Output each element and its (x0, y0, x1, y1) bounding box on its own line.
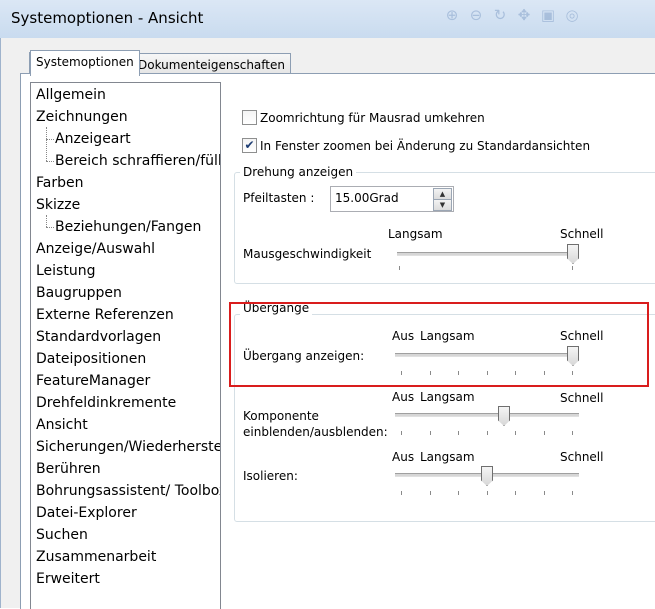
slider-tick (572, 431, 573, 435)
tree-item-ansicht[interactable]: Ansicht (36, 414, 88, 436)
tree-item-anzeigeart[interactable]: Anzeigeart (55, 128, 131, 150)
tree-item-erweitert[interactable]: Erweitert (36, 568, 100, 590)
options-tree[interactable]: Allgemein Zeichnungen Anzeigeart Bereich… (30, 82, 221, 609)
component-label-line1: Komponente (243, 409, 319, 423)
tree-item-farben[interactable]: Farben (36, 172, 83, 194)
tree-item-zeichnungen[interactable]: Zeichnungen (36, 106, 128, 128)
tree-connector (46, 227, 54, 228)
title-toolbar: ⊕ ⊖ ↻ ✥ ▣ ◎ (442, 5, 655, 29)
rotate-icon: ↻ (493, 6, 507, 24)
tree-item-baugruppen[interactable]: Baugruppen (36, 282, 122, 304)
tree-item-anzeige-auswahl[interactable]: Anzeige/Auswahl (36, 238, 155, 260)
highlight-box (229, 302, 649, 387)
mouse-speed-slow-label: Langsam (388, 227, 443, 241)
tab-systemoptionen[interactable]: Systemoptionen (30, 50, 140, 76)
mouse-speed-track[interactable] (397, 252, 579, 256)
tree-connector (46, 161, 54, 162)
tree-connector (46, 127, 47, 161)
component-track[interactable] (395, 413, 579, 417)
tree-item-leistung[interactable]: Leistung (36, 260, 95, 282)
slider-tick (544, 491, 545, 495)
slider-tick (572, 491, 573, 495)
tree-connector (46, 215, 47, 227)
slider-tick (458, 491, 459, 495)
tree-item-beruehren[interactable]: Berühren (36, 458, 101, 480)
zoom-out-icon: ⊖ (469, 6, 483, 24)
isolate-off-label: Aus (392, 450, 415, 464)
mouse-speed-fast-label: Schnell (560, 227, 604, 241)
zoom-reverse-label: Zoomrichtung für Mausrad umkehren (260, 111, 485, 125)
slider-tick (401, 491, 402, 495)
window-title: Systemoptionen - Ansicht (11, 9, 204, 27)
component-slow-label: Langsam (420, 390, 475, 404)
tree-item-datei-explorer[interactable]: Datei-Explorer (36, 502, 137, 524)
slider-tick (399, 266, 400, 270)
filter-icon: ◎ (565, 6, 579, 24)
spin-down-button[interactable]: ▼ (433, 199, 452, 211)
slider-tick (430, 491, 431, 495)
tree-item-bereich-schraffieren[interactable]: Bereich schraffieren/fülle (55, 150, 220, 172)
slider-tick (401, 431, 402, 435)
component-label-line2: einblenden/ausblenden: (243, 425, 388, 439)
arrow-keys-value[interactable]: 15.00Grad (335, 191, 399, 205)
pan-icon: ✥ (517, 6, 531, 24)
zoom-fit-label: In Fenster zoomen bei Änderung zu Standa… (260, 139, 591, 153)
mouse-speed-label: Mausgeschwindigkeit (243, 247, 372, 261)
title-bar: Systemoptionen - Ansicht ⊕ ⊖ ↻ ✥ ▣ ◎ (0, 0, 655, 38)
slider-tick (515, 431, 516, 435)
tree-item-zusammenarbeit[interactable]: Zusammenarbeit (36, 546, 156, 568)
zoom-in-icon: ⊕ (445, 6, 459, 24)
slider-tick (572, 266, 573, 270)
tree-item-dateipositionen[interactable]: Dateipositionen (36, 348, 146, 370)
slider-tick (458, 431, 459, 435)
tree-item-standardvorlagen[interactable]: Standardvorlagen (36, 326, 161, 348)
component-fast-label: Schnell (560, 391, 604, 405)
tree-item-bohrungsassistent[interactable]: Bohrungsassistent/ Toolbox (36, 480, 220, 502)
tree-item-suchen[interactable]: Suchen (36, 524, 88, 546)
tree-item-skizze[interactable]: Skizze (36, 194, 80, 216)
slider-tick (515, 491, 516, 495)
arrow-keys-label: Pfeiltasten : (243, 191, 315, 205)
slider-tick (487, 491, 488, 495)
slider-tick (430, 431, 431, 435)
tree-item-featuremanager[interactable]: FeatureManager (36, 370, 150, 392)
isolate-slow-label: Langsam (420, 450, 475, 464)
component-off-label: Aus (392, 390, 415, 404)
tree-item-drehfeldinkremente[interactable]: Drehfeldinkremente (36, 392, 176, 414)
tree-item-allgemein[interactable]: Allgemein (36, 84, 106, 106)
isolate-fast-label: Schnell (560, 450, 604, 464)
slider-tick (487, 431, 488, 435)
zoom-reverse-checkbox[interactable] (242, 110, 257, 125)
tree-item-beziehungen-fangen[interactable]: Beziehungen/Fangen (55, 216, 201, 238)
tree-item-externe-referenzen[interactable]: Externe Referenzen (36, 304, 174, 326)
zoom-fit-checkbox[interactable]: ✔ (242, 138, 257, 153)
isolate-label: Isolieren: (243, 469, 298, 483)
arrow-keys-stepper[interactable]: 15.00Grad ▲ ▼ (330, 186, 454, 212)
tree-connector (46, 139, 54, 140)
view-icon: ▣ (540, 6, 556, 24)
tree-item-sicherungen[interactable]: Sicherungen/Wiederherstell (36, 436, 220, 458)
slider-tick (544, 431, 545, 435)
rotation-group-caption: Drehung anzeigen (240, 165, 357, 179)
